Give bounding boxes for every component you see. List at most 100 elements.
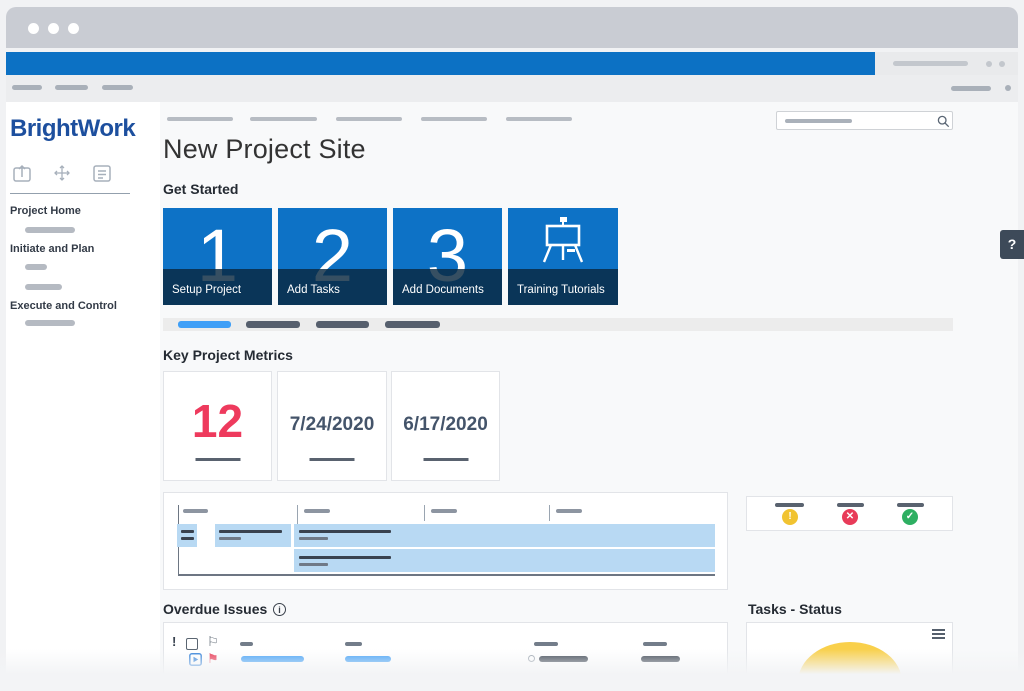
info-icon[interactable]: i xyxy=(273,603,286,616)
window-control-dot[interactable] xyxy=(48,23,59,34)
gantt-task-bar xyxy=(294,549,715,572)
issue-link-bar[interactable] xyxy=(345,656,391,662)
tab-placeholder xyxy=(336,117,402,121)
metric-underline xyxy=(195,458,240,461)
window-control-dot[interactable] xyxy=(68,23,79,34)
carousel-track xyxy=(163,318,953,331)
gantt-column-label xyxy=(304,509,330,513)
brightwork-logo: BrightWork xyxy=(10,115,135,143)
key-metrics-heading: Key Project Metrics xyxy=(163,347,293,363)
gantt-task-label-bar xyxy=(299,556,391,559)
sidebar-item-project-home[interactable]: Project Home xyxy=(10,205,81,217)
placeholder-bar xyxy=(893,61,968,66)
page: BrightWork Project Home Initiate and Pla… xyxy=(0,0,1024,691)
chart-menu-icon[interactable] xyxy=(932,629,945,641)
gantt-task-sublabel-bar xyxy=(299,537,328,540)
metric-underline xyxy=(310,458,355,461)
issue-link-bar[interactable] xyxy=(241,656,304,662)
sidebar-item-execute-and-control[interactable]: Execute and Control xyxy=(10,300,117,312)
window-control-dot[interactable] xyxy=(28,23,39,34)
gantt-task-label-bar xyxy=(299,530,391,533)
gantt-axis-horizontal xyxy=(178,574,715,576)
tile-label: Training Tutorials xyxy=(517,284,605,296)
placeholder-dot xyxy=(999,61,1005,67)
ribbon-tab-placeholder xyxy=(102,85,133,90)
gantt-cell-bar xyxy=(181,530,194,533)
gantt-task-sublabel-bar xyxy=(299,563,328,566)
ribbon-tab-placeholder xyxy=(55,85,88,90)
suite-bar-right xyxy=(875,52,1018,75)
carousel-indicator[interactable] xyxy=(316,321,369,328)
carousel-indicator[interactable] xyxy=(246,321,300,328)
tab-placeholder xyxy=(167,117,233,121)
sidebar-link-placeholder xyxy=(25,284,62,290)
gantt-gridline xyxy=(549,505,550,521)
tile-label: Add Tasks xyxy=(287,284,340,296)
gantt-row-cell xyxy=(177,524,197,547)
assignee-avatar-placeholder xyxy=(528,655,535,662)
column-header-bar xyxy=(643,642,667,646)
gantt-task-label-bar xyxy=(219,530,282,533)
status-label-bar xyxy=(775,503,804,507)
search-icon[interactable] xyxy=(937,115,950,128)
sidebar-link-placeholder xyxy=(25,264,47,270)
sidebar-item-initiate-and-plan[interactable]: Initiate and Plan xyxy=(10,243,94,255)
tasks-status-heading: Tasks - Status xyxy=(748,601,842,617)
tile-add-tasks[interactable]: 2 Add Tasks xyxy=(278,208,387,305)
tile-label: Add Documents xyxy=(402,284,484,296)
tile-label: Setup Project xyxy=(172,284,241,296)
error-icon: ✕ xyxy=(842,509,858,525)
metric-card-date-2: 6/17/2020 xyxy=(391,371,500,481)
issue-item-icon xyxy=(189,653,202,666)
browser-titlebar xyxy=(6,7,1018,48)
ribbon-right-dot xyxy=(1005,85,1011,91)
gantt-column-label xyxy=(431,509,457,513)
carousel-indicator-active[interactable] xyxy=(178,321,231,328)
page-title: New Project Site xyxy=(163,134,366,165)
ribbon-tab-placeholder xyxy=(12,85,42,90)
tile-training-tutorials[interactable]: Training Tutorials xyxy=(508,208,618,305)
metric-card-count: 12 xyxy=(163,371,272,481)
status-label-bar xyxy=(837,503,864,507)
tab-placeholder xyxy=(250,117,317,121)
gantt-column-label xyxy=(556,509,582,513)
ribbon-right-placeholder xyxy=(951,86,991,91)
gantt-task-sublabel-bar xyxy=(219,537,241,540)
search-input[interactable] xyxy=(776,111,953,130)
tab-placeholder xyxy=(506,117,572,121)
export-icon[interactable] xyxy=(12,163,32,183)
tile-setup-project[interactable]: 1 Setup Project xyxy=(163,208,272,305)
notes-icon[interactable] xyxy=(92,163,112,183)
metric-value: 7/24/2020 xyxy=(278,414,386,436)
success-icon: ✓ xyxy=(902,509,918,525)
checkbox-column-header[interactable] xyxy=(186,638,198,650)
move-icon[interactable] xyxy=(52,163,72,183)
metric-value: 12 xyxy=(164,394,271,448)
carousel-indicator[interactable] xyxy=(385,321,440,328)
help-button[interactable]: ? xyxy=(1000,230,1024,259)
issue-value-bar xyxy=(539,656,588,662)
status-label-bar xyxy=(897,503,924,507)
sidebar-link-placeholder xyxy=(25,227,75,233)
exclamation-column-header: ! xyxy=(172,634,176,649)
gantt-task-bar xyxy=(294,524,715,547)
metric-card-date-1: 7/24/2020 xyxy=(277,371,387,481)
flag-icon: ⚑ xyxy=(207,651,219,667)
placeholder-dot xyxy=(986,61,992,67)
column-header-bar xyxy=(534,642,558,646)
search-placeholder-bar xyxy=(785,119,852,123)
metric-underline xyxy=(423,458,468,461)
gantt-column-label xyxy=(183,509,208,513)
metric-value: 6/17/2020 xyxy=(392,414,499,436)
sidebar xyxy=(6,102,160,691)
issue-value-bar xyxy=(641,656,680,662)
overdue-issues-heading: Overdue Issues xyxy=(163,601,267,617)
ribbon-bar xyxy=(6,75,1018,102)
tab-placeholder xyxy=(421,117,487,121)
gantt-gridline xyxy=(424,505,425,521)
tile-add-documents[interactable]: 3 Add Documents xyxy=(393,208,502,305)
sidebar-link-placeholder xyxy=(25,320,75,326)
easel-icon xyxy=(540,216,586,266)
suite-bar xyxy=(6,52,875,75)
get-started-heading: Get Started xyxy=(163,181,238,197)
